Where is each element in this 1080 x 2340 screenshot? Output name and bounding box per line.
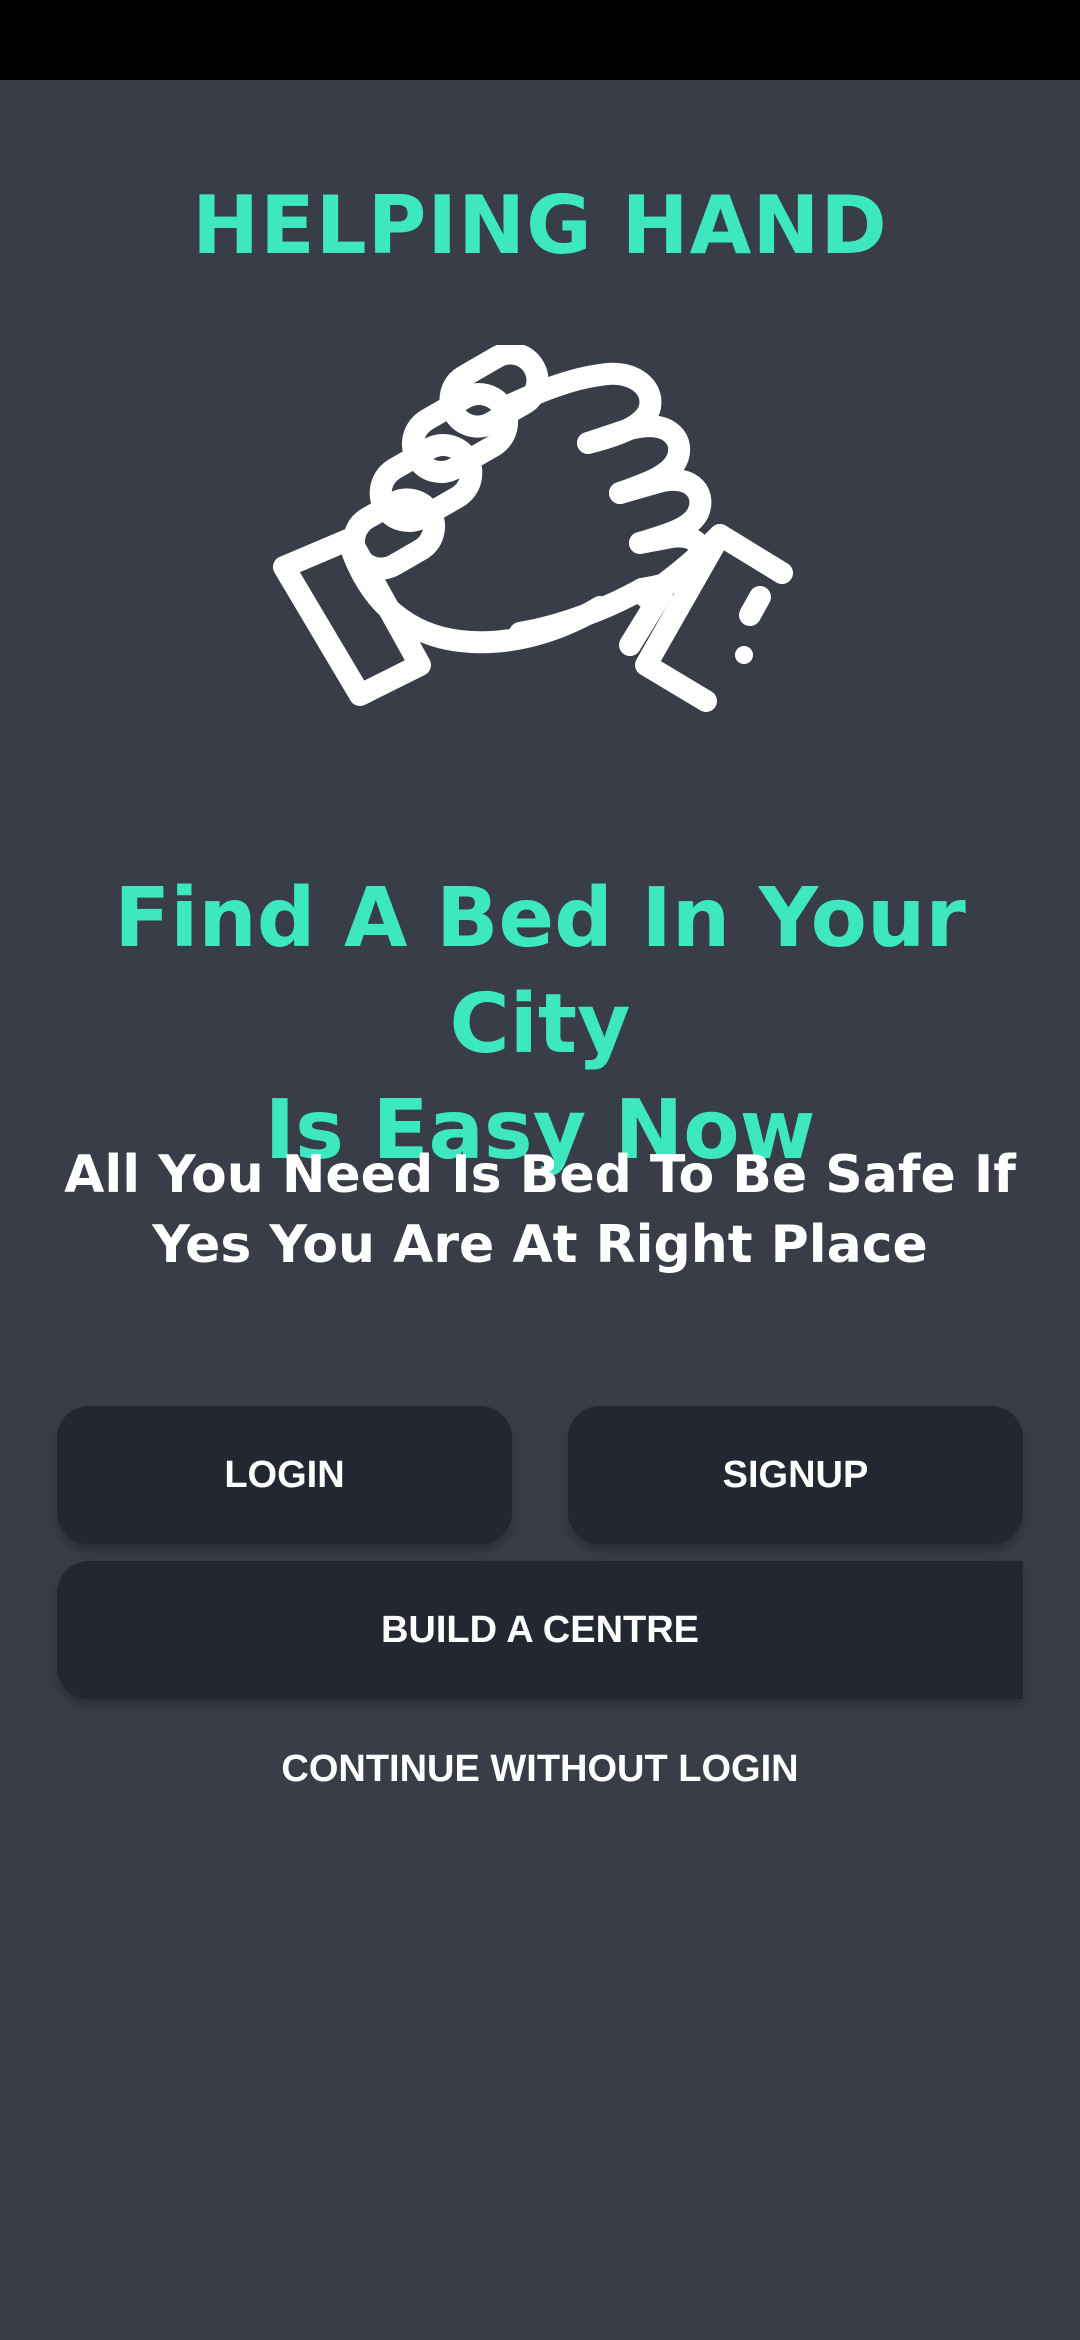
subheading-line-1: All You Need Is Bed To Be Safe If bbox=[64, 1145, 1016, 1205]
build-centre-button[interactable]: BUILD A CENTRE bbox=[57, 1561, 1023, 1699]
continue-without-login-link[interactable]: CONTINUE WITHOUT LOGIN bbox=[0, 1745, 1080, 1793]
signup-button[interactable]: SIGNUP bbox=[568, 1406, 1023, 1544]
subheading: All You Need Is Bed To Be Safe If Yes Yo… bbox=[60, 1140, 1020, 1280]
subheading-line-2: Yes You Are At Right Place bbox=[152, 1215, 928, 1275]
signup-button-label: SIGNUP bbox=[722, 1453, 869, 1496]
build-centre-button-label: BUILD A CENTRE bbox=[380, 1608, 700, 1651]
login-button-label: LOGIN bbox=[224, 1453, 345, 1496]
headline-line-1: Find A Bed In Your City bbox=[114, 871, 966, 1072]
app-title: HELPING HAND bbox=[192, 179, 888, 272]
headline: Find A Bed In Your City Is Easy Now bbox=[40, 866, 1040, 1184]
status-bar bbox=[0, 0, 1080, 80]
login-button[interactable]: LOGIN bbox=[57, 1406, 512, 1544]
handshake-icon bbox=[273, 345, 793, 712]
